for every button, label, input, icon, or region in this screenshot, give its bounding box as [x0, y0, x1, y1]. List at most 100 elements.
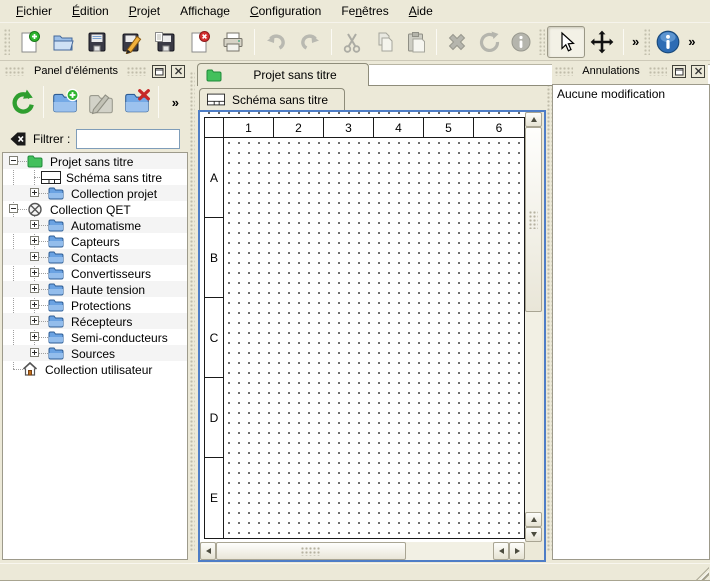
select-tool-button[interactable] — [547, 26, 585, 58]
print-button[interactable] — [216, 26, 250, 58]
undo-button[interactable] — [259, 26, 293, 58]
horizontal-scrollbar[interactable] — [200, 542, 525, 560]
tree-expand-icon[interactable] — [30, 188, 39, 197]
close-file-button[interactable] — [182, 26, 216, 58]
tree-item-label: Collection utilisateur — [45, 363, 152, 377]
float-icon — [675, 67, 684, 76]
tree-expand-icon[interactable] — [30, 268, 39, 277]
tree-expand-icon[interactable] — [30, 316, 39, 325]
toolbar-drag-handle[interactable] — [644, 29, 650, 55]
elements-panel-titlebar[interactable]: Panel d'éléments — [2, 62, 188, 80]
tree-item-collection-projet[interactable]: Collection projet — [3, 185, 187, 201]
undo-history-list[interactable]: Aucune modification — [552, 84, 710, 560]
tree-item-capteurs[interactable]: Capteurs — [3, 233, 187, 249]
status-bar — [0, 563, 710, 581]
tab-projet-sans-titre[interactable]: Projet sans titre — [197, 63, 369, 86]
tree-item-contacts[interactable]: Contacts — [3, 249, 187, 265]
undo-list-item[interactable]: Aucune modification — [553, 85, 709, 102]
resize-grip[interactable] — [696, 567, 709, 580]
tree-item-automatisme[interactable]: Automatisme — [3, 217, 187, 233]
tree-collapse-icon[interactable] — [9, 204, 18, 213]
scroll-down-button[interactable] — [525, 527, 542, 542]
tree-item-convertisseurs[interactable]: Convertisseurs — [3, 265, 187, 281]
menu-edition[interactable]: Édition — [62, 1, 119, 21]
diagram-infos-button[interactable] — [652, 26, 684, 58]
element-infos-button[interactable] — [505, 26, 537, 58]
close-icon — [174, 67, 183, 75]
left-dock-splitter[interactable] — [188, 62, 196, 562]
tree-item-schema-sans-titre[interactable]: Schéma sans titre — [3, 169, 187, 185]
open-document-button[interactable] — [46, 26, 80, 58]
tree-item-collection-utilisateur[interactable]: Collection utilisateur — [3, 361, 187, 377]
reload-collections-button[interactable] — [4, 84, 40, 120]
toolbar-extension-button[interactable]: » — [628, 34, 642, 49]
clear-filter-icon[interactable] — [9, 130, 27, 148]
scroll-left-button[interactable] — [200, 542, 216, 560]
menu-configuration[interactable]: Configuration — [240, 1, 331, 21]
copy-button[interactable] — [368, 26, 400, 58]
horizontal-scroll-thumb[interactable] — [216, 542, 406, 560]
scroll-right-button[interactable] — [509, 542, 525, 560]
rotate-button[interactable] — [473, 26, 505, 58]
save-all-button[interactable] — [148, 26, 182, 58]
tree-item-projet-sans-titre[interactable]: Projet sans titre — [3, 153, 187, 169]
tree-expand-icon[interactable] — [30, 252, 39, 261]
tree-item-protections[interactable]: Protections — [3, 297, 187, 313]
menu-fenetres[interactable]: Fenêtres — [331, 1, 398, 21]
delete-button[interactable] — [441, 26, 473, 58]
toolbar-separator — [254, 29, 255, 55]
tree-expand-icon[interactable] — [30, 220, 39, 229]
cut-button[interactable] — [336, 26, 368, 58]
tree-expand-icon[interactable] — [30, 284, 39, 293]
tree-expand-icon[interactable] — [30, 332, 39, 341]
save-as-button[interactable] — [114, 26, 148, 58]
menu-projet[interactable]: Projet — [119, 1, 170, 21]
tree-item-label: Contacts — [71, 251, 118, 265]
menu-aide[interactable]: Aide — [399, 1, 443, 21]
tree-item-collection-qet[interactable]: Collection QET — [3, 201, 187, 217]
filter-input[interactable] — [76, 129, 180, 149]
folder-icon — [48, 234, 64, 248]
project-folder-icon — [27, 154, 43, 168]
tree-expand-icon[interactable] — [30, 236, 39, 245]
close-panel-button[interactable] — [691, 65, 705, 78]
float-panel-button[interactable] — [152, 65, 166, 78]
scroll-up-button[interactable] — [525, 512, 542, 527]
vertical-scroll-thumb[interactable] — [525, 127, 542, 312]
folder-icon — [48, 282, 64, 296]
folder-icon — [48, 346, 64, 360]
toolbar-separator — [436, 29, 437, 55]
menu-fichier[interactable]: Fichier — [6, 1, 62, 21]
tree-expand-icon[interactable] — [30, 300, 39, 309]
delete-category-button[interactable] — [119, 84, 155, 120]
tree-item-recepteurs[interactable]: Récepteurs — [3, 313, 187, 329]
tree-item-sources[interactable]: Sources — [3, 345, 187, 361]
toolbar-drag-handle[interactable] — [4, 29, 10, 55]
diagram-column-headers: 1 2 3 4 5 6 — [205, 118, 524, 138]
tree-expand-icon[interactable] — [30, 348, 39, 357]
move-tool-button[interactable] — [585, 26, 619, 58]
float-panel-button[interactable] — [672, 65, 686, 78]
menu-affichage[interactable]: Affichage — [170, 1, 240, 21]
redo-button[interactable] — [293, 26, 327, 58]
save-button[interactable] — [80, 26, 114, 58]
tab-schema-sans-titre[interactable]: Schéma sans titre — [199, 88, 345, 110]
elements-panel: Panel d'éléments — [2, 62, 188, 562]
tree-item-haute-tension[interactable]: Haute tension — [3, 281, 187, 297]
new-category-button[interactable] — [47, 84, 83, 120]
paste-button[interactable] — [400, 26, 432, 58]
vertical-scrollbar[interactable] — [525, 112, 542, 542]
tree-collapse-icon[interactable] — [9, 156, 18, 165]
toolbar-extension-button[interactable]: » — [684, 34, 698, 49]
scroll-left-button[interactable] — [493, 542, 509, 560]
toolbar-drag-handle[interactable] — [539, 29, 545, 55]
tree-item-semi-conducteurs[interactable]: Semi-conducteurs — [3, 329, 187, 345]
close-panel-button[interactable] — [171, 65, 185, 78]
new-document-button[interactable] — [12, 26, 46, 58]
edit-category-button[interactable] — [83, 84, 119, 120]
project-tab-label: Projet sans titre — [222, 68, 368, 82]
panel-toolbar-extension-button[interactable]: » — [172, 95, 186, 110]
scroll-up-button[interactable] — [525, 112, 542, 127]
schema-canvas[interactable]: 1 2 3 4 5 6 A B C D E — [200, 112, 525, 542]
undo-panel-titlebar[interactable]: Annulations — [552, 62, 708, 80]
